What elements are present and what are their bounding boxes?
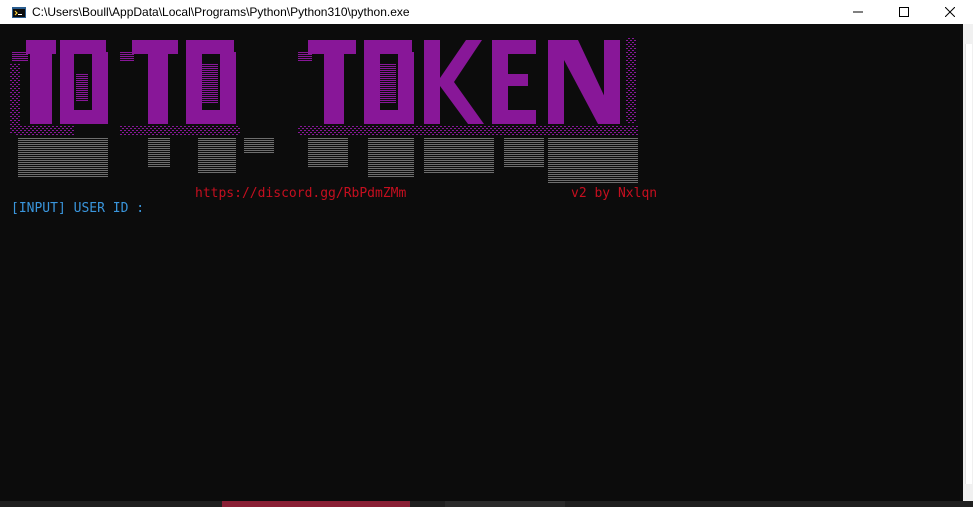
maximize-button[interactable]: [881, 0, 927, 24]
title-bar[interactable]: C:\Users\Boull\AppData\Local\Programs\Py…: [0, 0, 973, 24]
console-window: C:\Users\Boull\AppData\Local\Programs\Py…: [0, 0, 973, 507]
invite-link[interactable]: https://discord.gg/RbPdmZMm: [195, 186, 406, 201]
vertical-scrollbar[interactable]: [963, 24, 973, 501]
background-window-pink: [222, 501, 410, 507]
scrollbar-thumb[interactable]: [965, 44, 972, 484]
window-controls: [835, 0, 973, 24]
user-id-prompt: [INPUT] USER ID :: [11, 201, 145, 216]
background-window-strip: [0, 501, 973, 507]
python-console-icon: [12, 5, 26, 19]
version-text: v2 by Nxlqn: [571, 186, 658, 201]
minimize-icon: [853, 11, 863, 13]
console-output[interactable]: https://discord.gg/RbPdmZMm v2 by Nxlqn …: [0, 24, 963, 501]
ascii-banner: [10, 38, 638, 184]
window-title: C:\Users\Boull\AppData\Local\Programs\Py…: [32, 5, 410, 19]
maximize-icon: [899, 7, 909, 17]
close-icon: [945, 7, 955, 17]
background-window-docs: [445, 501, 565, 507]
minimize-button[interactable]: [835, 0, 881, 24]
close-button[interactable]: [927, 0, 973, 24]
